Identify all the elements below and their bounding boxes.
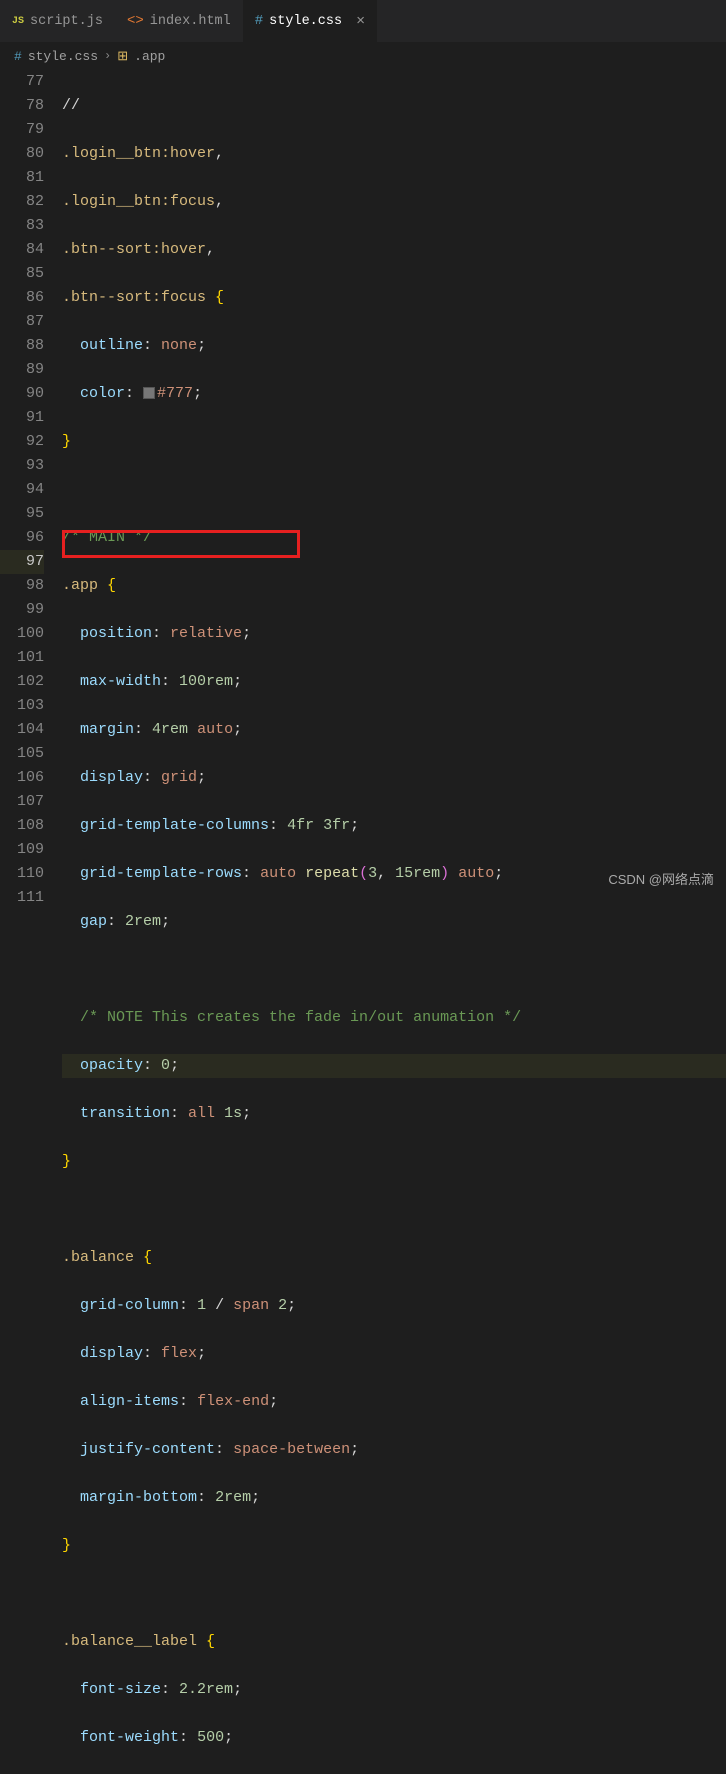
tab-label: index.html	[150, 14, 231, 29]
gutter: 77 78 79 80 81 82 83 84 85 86 87 88 89 9…	[0, 70, 62, 896]
editor-area[interactable]: 77 78 79 80 81 82 83 84 85 86 87 88 89 9…	[0, 70, 726, 896]
tab-index-html[interactable]: <> index.html	[115, 0, 243, 42]
struct-icon: ⊞	[117, 49, 128, 64]
code-content[interactable]: // .login__btn:hover, .login__btn:focus,…	[62, 70, 726, 896]
css-icon: #	[255, 13, 263, 29]
color-swatch	[143, 387, 155, 399]
chevron-right-icon: ›	[104, 49, 111, 63]
css-icon: #	[14, 49, 22, 64]
html-icon: <>	[127, 13, 144, 29]
tab-script-js[interactable]: JS script.js	[0, 0, 115, 42]
breadcrumb-symbol: .app	[134, 49, 165, 64]
tab-style-css[interactable]: # style.css ×	[243, 0, 377, 42]
breadcrumb[interactable]: # style.css › ⊞ .app	[0, 42, 726, 70]
breadcrumb-file: style.css	[28, 49, 98, 64]
tab-label: style.css	[269, 14, 342, 29]
tab-label: script.js	[30, 14, 103, 29]
watermark: CSDN @网络点滴	[608, 869, 714, 888]
close-icon[interactable]: ×	[356, 13, 365, 30]
tab-bar: JS script.js <> index.html # style.css ×	[0, 0, 726, 42]
js-icon: JS	[12, 16, 24, 27]
